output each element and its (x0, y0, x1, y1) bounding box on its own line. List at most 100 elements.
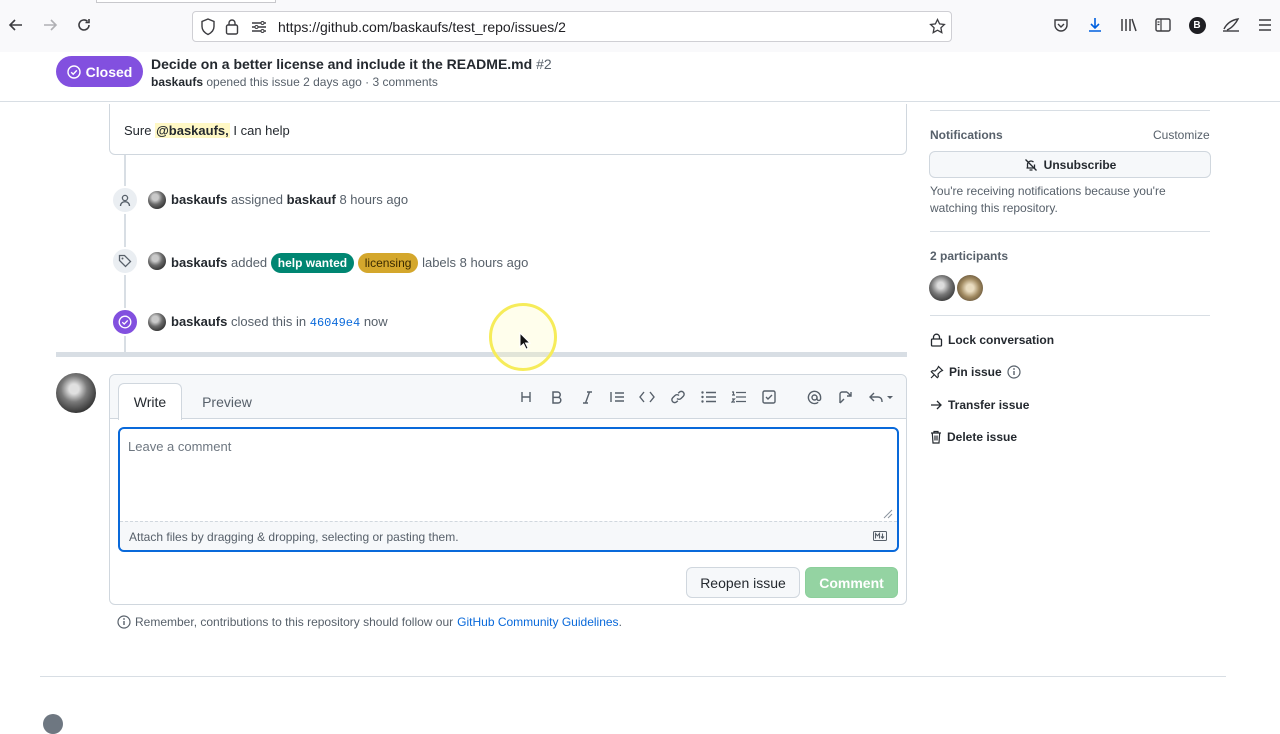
delete-issue-action[interactable]: Delete issue (930, 430, 1017, 444)
event-verb: added (231, 255, 268, 270)
back-icon[interactable] (5, 14, 27, 36)
lock-icon[interactable] (225, 18, 239, 35)
permissions-icon[interactable] (251, 20, 267, 34)
issue-title: Decide on a better license and include i… (151, 56, 552, 72)
issue-number: #2 (536, 56, 552, 72)
timeline-event-closed: baskaufs closed this in 46049e4 now (171, 314, 388, 330)
github-logo-icon[interactable] (43, 714, 63, 734)
avatar[interactable] (148, 191, 166, 209)
profile-avatar-icon[interactable]: B (1187, 15, 1207, 35)
reopen-issue-button[interactable]: Reopen issue (686, 567, 800, 598)
sidebar-divider (930, 110, 1210, 111)
comment-textarea[interactable] (124, 433, 893, 521)
guidelines-link[interactable]: GitHub Community Guidelines (457, 615, 618, 629)
lock-conversation-label: Lock conversation (948, 333, 1055, 347)
shield-icon[interactable] (200, 18, 216, 36)
commit-link[interactable]: 46049e4 (310, 316, 360, 330)
tab-write[interactable]: Write (118, 383, 182, 420)
comment-textarea-container: Attach files by dragging & dropping, sel… (118, 427, 899, 552)
reference-icon[interactable] (836, 388, 854, 406)
notification-reason: You're receiving notifications because y… (930, 184, 1166, 215)
comment-suffix: I can help (233, 123, 290, 138)
browser-tab[interactable] (96, 0, 276, 3)
issue-author-link[interactable]: baskaufs (151, 75, 203, 89)
user-mention[interactable]: @baskaufs, (155, 123, 230, 138)
issue-meta-text: opened this issue 2 days ago · 3 comment… (206, 75, 438, 89)
saved-replies-icon[interactable] (867, 388, 895, 406)
browser-toolbar: https://github.com/baskaufs/test_repo/is… (0, 0, 1280, 52)
bookmark-star-icon[interactable] (929, 18, 946, 35)
library-icon[interactable] (1119, 15, 1139, 35)
profile-initial: B (1188, 16, 1206, 34)
label-help-wanted[interactable]: help wanted (270, 253, 355, 273)
address-bar[interactable]: https://github.com/baskaufs/test_repo/is… (192, 11, 952, 42)
sidebar-divider (930, 231, 1210, 232)
pocket-icon[interactable] (1051, 15, 1071, 35)
extension-icon[interactable] (1221, 15, 1241, 35)
unsubscribe-button[interactable]: Unsubscribe (929, 151, 1211, 178)
task-list-icon[interactable] (760, 388, 778, 406)
tag-icon (111, 247, 139, 275)
bell-slash-icon (1024, 158, 1037, 171)
sidebar-divider (930, 315, 1210, 316)
event-time[interactable]: 8 hours ago (339, 192, 408, 207)
avatar[interactable] (56, 373, 96, 413)
comment-text: Sure @baskaufs, I can help (124, 123, 290, 138)
timeline-event-assigned: baskaufs assigned baskauf 8 hours ago (171, 192, 408, 207)
unordered-list-icon[interactable] (699, 388, 717, 406)
ordered-list-icon[interactable] (729, 388, 747, 406)
guidelines-suffix: . (618, 615, 622, 629)
event-verb: assigned (231, 192, 284, 207)
url-text[interactable]: https://github.com/baskaufs/test_repo/is… (278, 19, 566, 35)
event-actor[interactable]: baskaufs (171, 314, 227, 329)
lock-icon (930, 333, 943, 347)
participant-avatar[interactable] (929, 275, 955, 301)
pin-icon (930, 365, 944, 379)
sidebar-toggle-icon[interactable] (1153, 15, 1173, 35)
issue-state-label: Closed (85, 63, 133, 80)
timeline-event-labeled: baskaufs added help wanted licensing lab… (171, 253, 528, 273)
markdown-icon[interactable] (873, 531, 887, 541)
mention-icon[interactable] (805, 388, 823, 406)
delete-issue-label: Delete issue (947, 430, 1018, 444)
heading-icon[interactable] (517, 388, 535, 406)
pin-issue-action[interactable]: Pin issue (930, 365, 1021, 379)
avatar[interactable] (148, 313, 166, 331)
event-time[interactable]: 8 hours ago (460, 255, 529, 270)
attach-files-text: Attach files by dragging & dropping, sel… (129, 530, 459, 544)
event-actor[interactable]: baskaufs (171, 255, 227, 270)
code-icon[interactable] (638, 388, 656, 406)
tab-preview[interactable]: Preview (192, 383, 262, 420)
comment-prefix: Sure (124, 123, 152, 138)
reload-icon[interactable] (73, 14, 95, 36)
transfer-issue-label: Transfer issue (948, 398, 1030, 412)
event-actor[interactable]: baskaufs (171, 192, 227, 207)
closed-check-icon (111, 308, 139, 336)
person-icon (111, 186, 139, 214)
resize-handle-icon[interactable] (883, 509, 893, 519)
transfer-issue-action[interactable]: Transfer issue (930, 398, 1029, 412)
info-icon (117, 615, 131, 629)
comment-button[interactable]: Comment (805, 567, 898, 598)
label-licensing[interactable]: licensing (357, 253, 419, 273)
event-target[interactable]: baskauf (287, 192, 336, 207)
bold-icon[interactable] (547, 388, 565, 406)
arrow-right-icon (931, 400, 942, 410)
file-attachment-bar[interactable]: Attach files by dragging & dropping, sel… (120, 521, 897, 550)
italic-icon[interactable] (578, 388, 596, 406)
notifications-heading: Notifications (930, 128, 1003, 142)
mouse-pointer-icon (519, 332, 531, 350)
customize-link[interactable]: Customize (1153, 128, 1210, 142)
event-time[interactable]: now (364, 314, 388, 329)
quote-icon[interactable] (608, 388, 626, 406)
issue-meta: baskaufs opened this issue 2 days ago · … (151, 75, 438, 89)
link-icon[interactable] (669, 388, 687, 406)
download-icon[interactable] (1085, 15, 1105, 35)
lock-conversation-action[interactable]: Lock conversation (930, 333, 1054, 347)
forward-icon[interactable] (39, 14, 61, 36)
info-icon[interactable] (1007, 365, 1021, 379)
menu-icon[interactable] (1255, 15, 1275, 35)
unsubscribe-label: Unsubscribe (1043, 157, 1117, 172)
avatar[interactable] (148, 252, 166, 270)
participant-avatar[interactable] (957, 275, 983, 301)
